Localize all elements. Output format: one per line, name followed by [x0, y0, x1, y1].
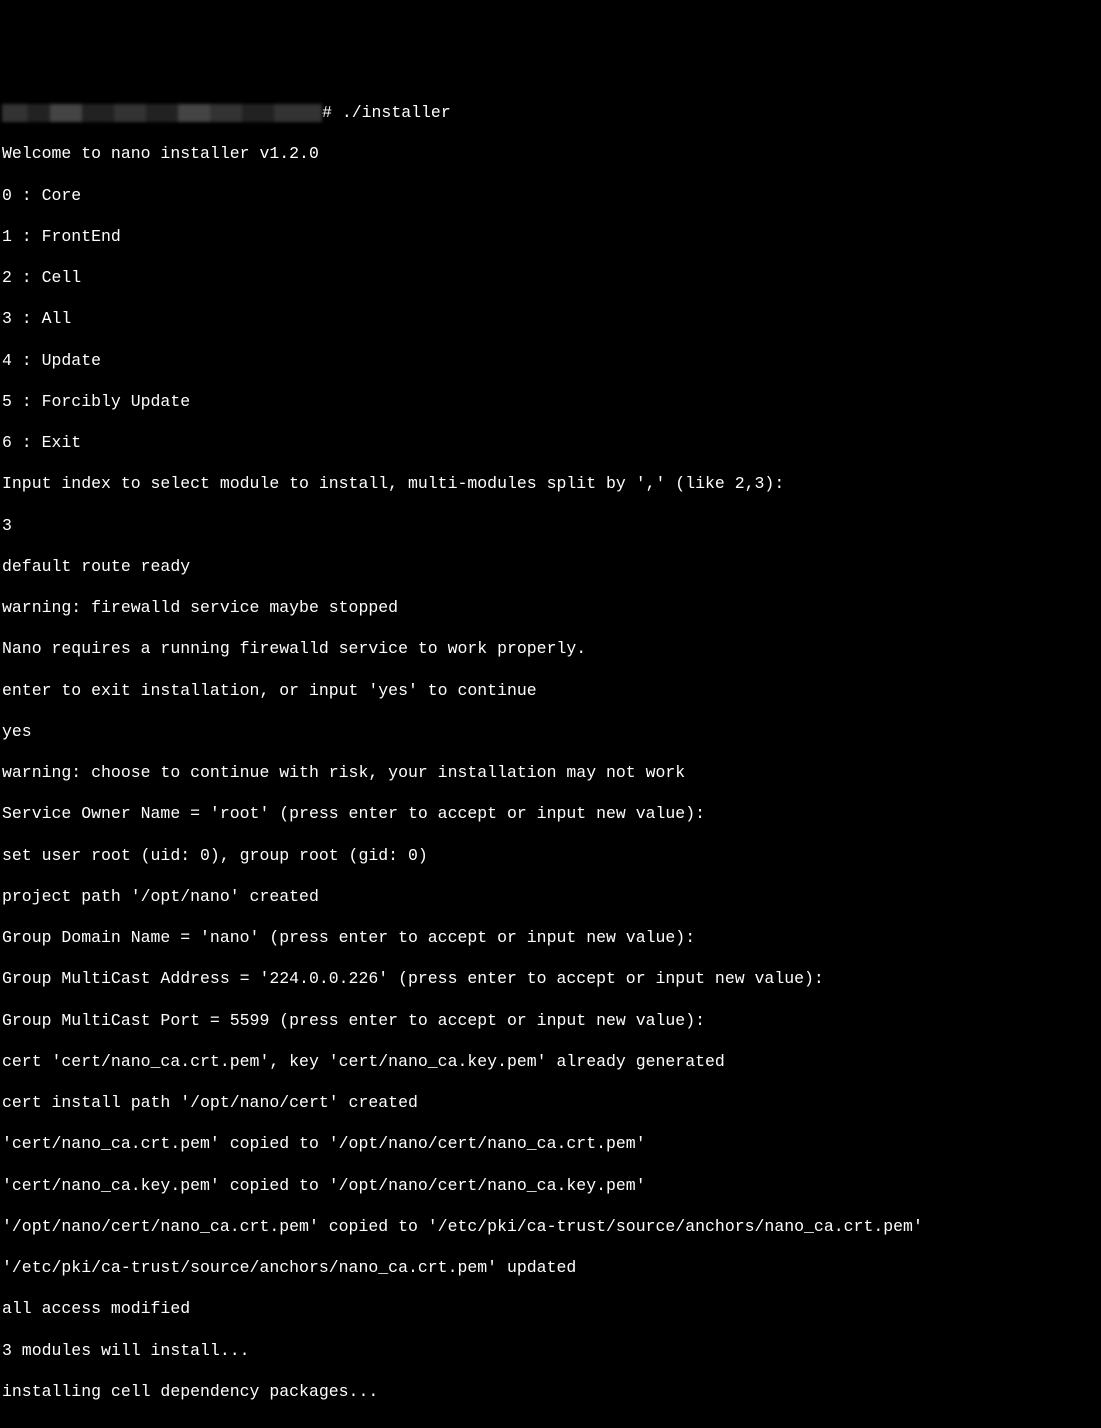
menu-option: 0 : Core	[2, 186, 1099, 207]
user-input: 3	[2, 516, 1099, 537]
output-line: Welcome to nano installer v1.2.0	[2, 144, 1099, 165]
output-line: cert install path '/opt/nano/cert' creat…	[2, 1093, 1099, 1114]
output-line: cert 'cert/nano_ca.crt.pem', key 'cert/n…	[2, 1052, 1099, 1073]
warning-line: warning: choose to continue with risk, y…	[2, 763, 1099, 784]
prompt-line: # ./installer	[2, 103, 1099, 124]
output-line: '/etc/pki/ca-trust/source/anchors/nano_c…	[2, 1258, 1099, 1279]
config-prompt: Group MultiCast Port = 5599 (press enter…	[2, 1011, 1099, 1032]
output-line: 'cert/nano_ca.key.pem' copied to '/opt/n…	[2, 1176, 1099, 1197]
prompt-hash: #	[322, 103, 332, 122]
config-prompt: Service Owner Name = 'root' (press enter…	[2, 804, 1099, 825]
menu-option: 2 : Cell	[2, 268, 1099, 289]
user-input: yes	[2, 722, 1099, 743]
menu-option: 5 : Forcibly Update	[2, 392, 1099, 413]
terminal-output[interactable]: # ./installer Welcome to nano installer …	[0, 83, 1101, 1424]
output-line: Nano requires a running firewalld servic…	[2, 639, 1099, 660]
output-line: '/opt/nano/cert/nano_ca.crt.pem' copied …	[2, 1217, 1099, 1238]
config-prompt: Group Domain Name = 'nano' (press enter …	[2, 928, 1099, 949]
config-prompt: Group MultiCast Address = '224.0.0.226' …	[2, 969, 1099, 990]
output-line: project path '/opt/nano' created	[2, 887, 1099, 908]
menu-option: 1 : FrontEnd	[2, 227, 1099, 248]
output-line: 'cert/nano_ca.crt.pem' copied to '/opt/n…	[2, 1134, 1099, 1155]
output-line: 3 modules will install...	[2, 1341, 1099, 1362]
menu-option: 4 : Update	[2, 351, 1099, 372]
entered-command: ./installer	[342, 103, 451, 122]
warning-line: warning: firewalld service maybe stopped	[2, 598, 1099, 619]
menu-option: 6 : Exit	[2, 433, 1099, 454]
output-line: installing cell dependency packages...	[2, 1382, 1099, 1403]
output-line: all access modified	[2, 1299, 1099, 1320]
input-prompt: enter to exit installation, or input 'ye…	[2, 681, 1099, 702]
input-prompt: Input index to select module to install,…	[2, 474, 1099, 495]
redacted-host	[2, 104, 322, 122]
output-line: default route ready	[2, 557, 1099, 578]
menu-option: 3 : All	[2, 309, 1099, 330]
output-line: set user root (uid: 0), group root (gid:…	[2, 846, 1099, 867]
